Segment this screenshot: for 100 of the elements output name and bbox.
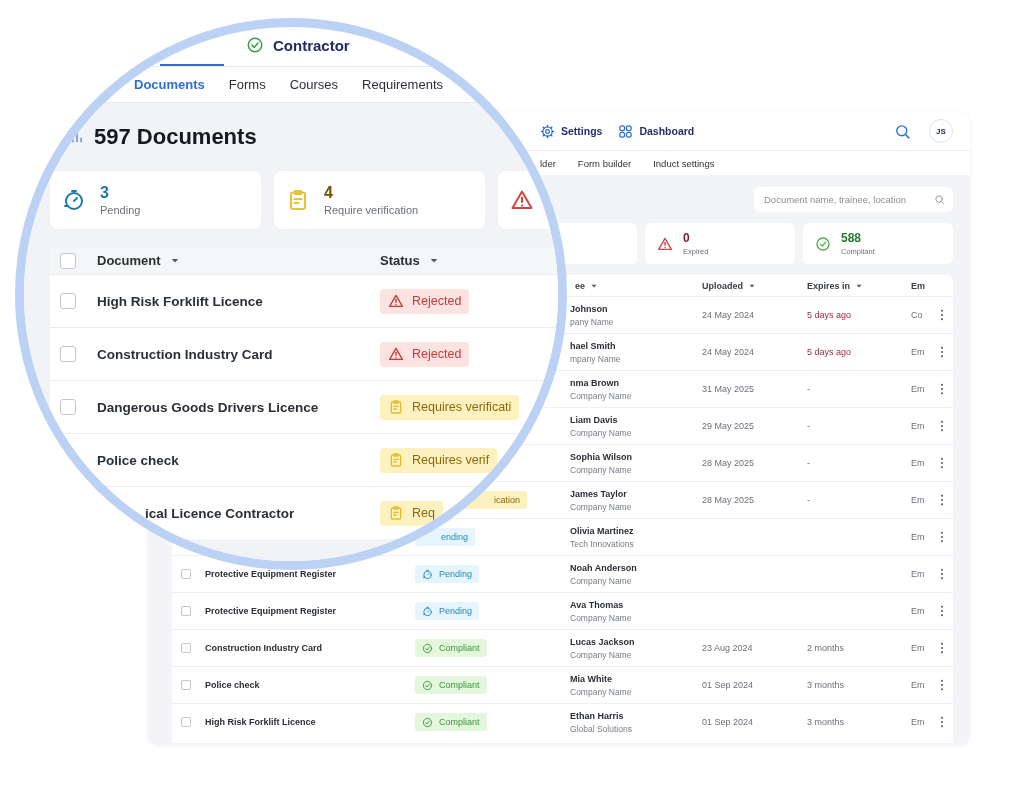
company-name: Company Name <box>570 686 632 697</box>
company-name: Company Name <box>570 612 632 623</box>
check-circle-icon <box>422 679 433 691</box>
more-icon[interactable] <box>939 679 944 691</box>
more-icon[interactable] <box>939 605 944 617</box>
stopwatch-icon <box>422 605 433 617</box>
search-icon <box>934 193 945 205</box>
checkbox[interactable] <box>181 606 191 616</box>
stopwatch-icon <box>422 568 433 580</box>
more-icon[interactable] <box>939 383 944 395</box>
expiry-text: 5 days ago <box>807 347 852 357</box>
stat-label: Pending <box>100 204 141 216</box>
check-circle-icon <box>422 716 433 728</box>
checkbox[interactable] <box>60 346 76 362</box>
warning-icon <box>388 346 404 362</box>
more-icon[interactable] <box>939 531 944 543</box>
checkbox[interactable] <box>60 399 76 415</box>
status-text: Rejected <box>412 294 462 308</box>
company-name: Company Name <box>570 575 632 586</box>
upload-date: 29 May 2025 <box>702 421 755 431</box>
table-cell: Em <box>911 347 925 357</box>
expiry-text: - <box>807 458 810 468</box>
trainee-name: Lucas Jackson <box>570 636 635 647</box>
status-text: Requires verificati <box>412 400 512 414</box>
table-cell: Em <box>911 532 925 542</box>
document-name: ical Licence Contractor <box>145 505 295 521</box>
document-name: Construction Industry Card <box>97 346 273 362</box>
checkbox[interactable] <box>60 293 76 309</box>
upload-date: 24 May 2024 <box>702 310 755 320</box>
status-text: Requires verif <box>412 453 490 467</box>
tab[interactable]: Courses <box>289 77 339 92</box>
company-name: Company Name <box>570 464 632 475</box>
stat-value: 0 <box>683 231 691 245</box>
document-name: Police check <box>97 452 179 468</box>
nav-link[interactable]: Induct settings <box>653 157 715 169</box>
upload-date: 23 Aug 2024 <box>702 643 753 653</box>
tab[interactable]: Forms <box>228 77 266 92</box>
checkbox[interactable] <box>181 717 191 727</box>
expiry-text: 3 months <box>807 717 845 727</box>
checkbox[interactable] <box>60 252 76 269</box>
company-name: Company Name <box>570 390 632 401</box>
trainee-name: Olivia Martinez <box>570 525 634 536</box>
tab[interactable]: Requirements <box>362 77 443 92</box>
more-icon[interactable] <box>939 494 944 506</box>
clipboard-icon <box>388 505 404 521</box>
table-cell: Em <box>911 458 925 468</box>
column-header[interactable]: Expires in <box>802 280 906 291</box>
caret-icon <box>170 258 179 263</box>
nav-link[interactable]: Settings <box>540 123 603 139</box>
more-icon[interactable] <box>939 716 944 728</box>
company-name: Company Name <box>570 649 632 660</box>
more-icon[interactable] <box>939 309 944 321</box>
checkbox[interactable] <box>181 680 191 690</box>
search-icon[interactable] <box>894 122 911 140</box>
trainee-name: Sophia Wilson <box>570 451 632 462</box>
more-icon[interactable] <box>939 346 944 358</box>
table-cell: Em <box>911 421 925 431</box>
more-icon[interactable] <box>939 457 944 469</box>
trainee-name: Mia White <box>570 673 612 684</box>
column-header[interactable]: Uploaded <box>697 280 802 291</box>
clipboard-icon <box>388 399 404 415</box>
table-cell: Em <box>911 384 925 394</box>
tab[interactable]: Documents <box>134 77 205 92</box>
search-field[interactable]: Document name, trainee, location <box>754 186 953 212</box>
stat-value: 4 <box>324 184 334 202</box>
document-name: Protective Equipment Register <box>205 606 337 616</box>
column-header[interactable]: Status <box>380 253 438 268</box>
more-icon[interactable] <box>939 642 944 654</box>
expiry-text: - <box>807 421 810 431</box>
checkbox[interactable] <box>181 643 191 653</box>
stat-value: 3 <box>100 184 110 202</box>
nav-link[interactable]: Form builder <box>577 157 632 169</box>
document-name: High Risk Forklift Licence <box>205 717 316 727</box>
upload-date: 01 Sep 2024 <box>702 680 754 690</box>
table-cell: Em <box>911 717 925 727</box>
page-title: 597 Documents <box>94 124 257 150</box>
status-text: Req <box>412 506 435 520</box>
status-text: Pending <box>439 569 473 579</box>
company-name: Global Solutions <box>570 723 632 734</box>
column-header[interactable]: Document <box>97 253 179 268</box>
status-text: Compliant <box>439 643 480 653</box>
nav-link[interactable]: lder <box>540 157 556 169</box>
checkbox[interactable] <box>181 569 191 579</box>
nav-link[interactable]: Dashboard <box>618 123 695 139</box>
document-name: Dangerous Goods Drivers Licence <box>97 399 319 415</box>
upload-date: 28 May 2025 <box>702 495 755 505</box>
column-header[interactable]: ee <box>570 280 697 291</box>
more-icon[interactable] <box>939 568 944 580</box>
warning-icon <box>388 293 404 309</box>
table-cell: Em <box>911 606 925 616</box>
trainee-name: Liam Davis <box>570 414 618 425</box>
column-header[interactable]: Em <box>906 280 930 291</box>
trainee-name: Ava Thomas <box>570 599 624 610</box>
status-text: Rejected <box>412 347 462 361</box>
upload-date: 24 May 2024 <box>702 347 755 357</box>
stat-value: 588 <box>841 231 863 245</box>
expiry-text: - <box>807 384 810 394</box>
check-circle-icon <box>815 235 831 252</box>
tab[interactable]: Contractor <box>228 36 368 66</box>
more-icon[interactable] <box>939 420 944 432</box>
